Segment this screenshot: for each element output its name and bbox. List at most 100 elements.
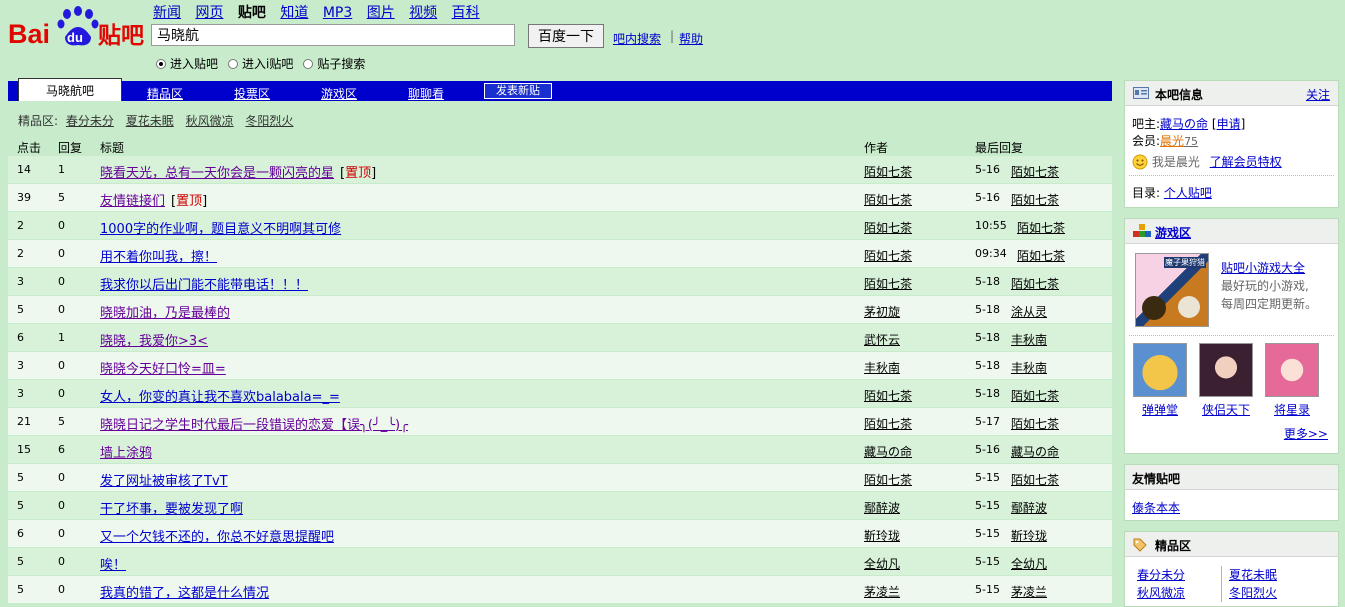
member-privilege-link[interactable]: 了解会员特权 bbox=[1210, 155, 1282, 169]
apply-link[interactable]: 申请 bbox=[1217, 117, 1241, 131]
author-link[interactable]: 藏马の命 bbox=[864, 443, 912, 460]
game-ddt-link[interactable]: 弹弹堂 bbox=[1130, 401, 1190, 418]
featured-autumn[interactable]: 秋风微凉 bbox=[186, 114, 234, 128]
author-link[interactable]: 靳玲珑 bbox=[864, 527, 900, 544]
author-link[interactable]: 陌如七茶 bbox=[864, 471, 912, 488]
last-replier-link[interactable]: 陌如七茶 bbox=[1011, 471, 1059, 488]
nav-news[interactable]: 新闻 bbox=[153, 5, 181, 21]
author-link[interactable]: 茅凌兰 bbox=[864, 583, 900, 600]
search-input[interactable] bbox=[151, 24, 515, 46]
help-link[interactable]: 帮助 bbox=[679, 30, 703, 47]
nav-mp3[interactable]: MP3 bbox=[323, 5, 352, 21]
game-zone-title[interactable]: 游戏区 bbox=[1155, 224, 1191, 241]
baidu-logo[interactable]: Bai du 贴吧 bbox=[8, 3, 146, 49]
author-link[interactable]: 武怀云 bbox=[864, 331, 900, 348]
member-count[interactable]: 75 bbox=[1184, 135, 1198, 148]
tab-featured[interactable]: 精品区 bbox=[147, 85, 183, 102]
last-replier-link[interactable]: 靳玲珑 bbox=[1011, 527, 1047, 544]
radio-enter-bar[interactable]: 进入贴吧 bbox=[156, 55, 218, 72]
last-replier-link[interactable]: 陌如七茶 bbox=[1011, 415, 1059, 432]
author-link[interactable]: 丰秋南 bbox=[864, 359, 900, 376]
last-replier-link[interactable]: 藏马の命 bbox=[1011, 443, 1059, 460]
author-link[interactable]: 陌如七茶 bbox=[864, 247, 912, 264]
thread-title-link[interactable]: 女人，你变的真让我不喜欢balabala=_= bbox=[100, 390, 340, 405]
author-link[interactable]: 陌如七茶 bbox=[864, 387, 912, 404]
member-name-link[interactable]: 晨光 bbox=[1160, 134, 1184, 148]
sidebar-featured-winter[interactable]: 冬阳烈火 bbox=[1229, 584, 1277, 601]
last-replier-link[interactable]: 陌如七茶 bbox=[1011, 191, 1059, 208]
directory-link[interactable]: 个人贴吧 bbox=[1164, 186, 1212, 200]
last-replier-link[interactable]: 丰秋南 bbox=[1011, 359, 1047, 376]
game-jxl-thumbnail[interactable] bbox=[1265, 343, 1319, 397]
game-ddt-thumbnail[interactable] bbox=[1133, 343, 1187, 397]
nav-images[interactable]: 图片 bbox=[367, 5, 395, 21]
i-am-button[interactable]: 我是晨光 bbox=[1152, 155, 1200, 169]
sidebar-featured-spring[interactable]: 春分未分 bbox=[1137, 566, 1185, 583]
author-link[interactable]: 陌如七茶 bbox=[864, 219, 912, 236]
thread-title-link[interactable]: 发了网址被审核了TvT bbox=[100, 474, 228, 489]
thread-title-link[interactable]: 晓晓，我爱你>3< bbox=[100, 334, 208, 349]
nav-zhidao[interactable]: 知道 bbox=[280, 5, 308, 21]
tab-games[interactable]: 游戏区 bbox=[321, 85, 357, 102]
last-replier-link[interactable]: 茅凌兰 bbox=[1011, 583, 1047, 600]
thread-title-link[interactable]: 用不着你叫我，擦！ bbox=[100, 250, 217, 265]
author-link[interactable]: 陌如七茶 bbox=[864, 163, 912, 180]
thread-title-link[interactable]: 晓看天光，总有一天你会是一颗闪亮的星 bbox=[100, 166, 334, 181]
radio-button[interactable] bbox=[303, 58, 314, 69]
game-jxl-link[interactable]: 将星录 bbox=[1262, 401, 1322, 418]
last-replier-link[interactable]: 全幼凡 bbox=[1011, 555, 1047, 572]
author-link[interactable]: 茅初旋 bbox=[864, 303, 900, 320]
author-link[interactable]: 陌如七茶 bbox=[864, 191, 912, 208]
last-replier-link[interactable]: 陌如七茶 bbox=[1011, 163, 1059, 180]
friend-bar-link[interactable]: 傣条本本 bbox=[1132, 499, 1180, 516]
nav-baike[interactable]: 百科 bbox=[452, 5, 480, 21]
search-button[interactable]: 百度一下 bbox=[528, 24, 604, 48]
sidebar-featured-summer[interactable]: 夏花未眠 bbox=[1229, 566, 1277, 583]
game-collection-link[interactable]: 贴吧小游戏大全 bbox=[1221, 259, 1305, 276]
tab-home[interactable]: 马晓航吧 bbox=[18, 78, 122, 101]
featured-winter[interactable]: 冬阳烈火 bbox=[245, 114, 293, 128]
thread-title-link[interactable]: 唉！ bbox=[100, 558, 126, 573]
author-link[interactable]: 全幼凡 bbox=[864, 555, 900, 572]
tab-chat[interactable]: 聊聊看 bbox=[408, 85, 444, 102]
game-xlth-thumbnail[interactable] bbox=[1199, 343, 1253, 397]
in-bar-search-link[interactable]: 吧内搜索 bbox=[613, 30, 661, 47]
radio-button[interactable] bbox=[228, 58, 239, 69]
thread-title-link[interactable]: 又一个欠钱不还的，你总不好意思提醒吧 bbox=[100, 530, 334, 545]
more-games-link[interactable]: 更多>> bbox=[1284, 425, 1328, 442]
radio-enter-ibar[interactable]: 进入i贴吧 bbox=[228, 55, 293, 72]
author-link[interactable]: 陌如七茶 bbox=[864, 415, 912, 432]
game-xlth-link[interactable]: 侠侣天下 bbox=[1196, 401, 1256, 418]
thread-title-link[interactable]: 我真的错了，这都是什么情况 bbox=[100, 586, 269, 601]
radio-button-checked[interactable] bbox=[156, 58, 166, 69]
last-replier-link[interactable]: 陌如七茶 bbox=[1011, 387, 1059, 404]
last-replier-link[interactable]: 陌如七茶 bbox=[1017, 247, 1065, 264]
tab-vote[interactable]: 投票区 bbox=[234, 85, 270, 102]
follow-link[interactable]: 关注 bbox=[1306, 86, 1330, 103]
game-collection-thumbnail[interactable]: 魔子果狩猎 bbox=[1135, 253, 1209, 327]
thread-title-link[interactable]: 我求你以后出门能不能带电话！！！ bbox=[100, 278, 308, 293]
thread-title-link[interactable]: 晓晓日记之学生时代最后一段错误的恋爱【误╮(╯_╰)╭ bbox=[100, 418, 408, 433]
last-replier-link[interactable]: 鄢醉波 bbox=[1011, 499, 1047, 516]
nav-video[interactable]: 视频 bbox=[409, 5, 437, 21]
featured-spring[interactable]: 春分未分 bbox=[66, 114, 114, 128]
thread-title-link[interactable]: 干了坏事，要被发现了啊 bbox=[100, 502, 243, 517]
reply-count: 5 bbox=[58, 191, 65, 204]
owner-link[interactable]: 藏马の命 bbox=[1160, 117, 1208, 131]
thread-title-link[interactable]: 晓晓今天好口怜=皿= bbox=[100, 362, 226, 377]
author-link[interactable]: 鄢醉波 bbox=[864, 499, 900, 516]
thread-title-link[interactable]: 墙上涂鸦 bbox=[100, 446, 152, 461]
last-replier-link[interactable]: 陌如七茶 bbox=[1017, 219, 1065, 236]
featured-summer[interactable]: 夏花未眠 bbox=[126, 114, 174, 128]
author-link[interactable]: 陌如七茶 bbox=[864, 275, 912, 292]
last-replier-link[interactable]: 涂从灵 bbox=[1011, 303, 1047, 320]
new-post-button[interactable]: 发表新贴 bbox=[484, 83, 552, 99]
last-replier-link[interactable]: 丰秋南 bbox=[1011, 331, 1047, 348]
last-replier-link[interactable]: 陌如七茶 bbox=[1011, 275, 1059, 292]
thread-title-link[interactable]: 晓晓加油，乃是最棒的 bbox=[100, 306, 230, 321]
radio-post-search[interactable]: 贴子搜索 bbox=[303, 55, 365, 72]
thread-title-link[interactable]: 1000字的作业啊，题目意义不明啊其可修 bbox=[100, 222, 341, 237]
sidebar-featured-autumn[interactable]: 秋风微凉 bbox=[1137, 584, 1185, 601]
thread-title-link[interactable]: 友情链接们 bbox=[100, 194, 165, 209]
nav-web[interactable]: 网页 bbox=[195, 5, 223, 21]
